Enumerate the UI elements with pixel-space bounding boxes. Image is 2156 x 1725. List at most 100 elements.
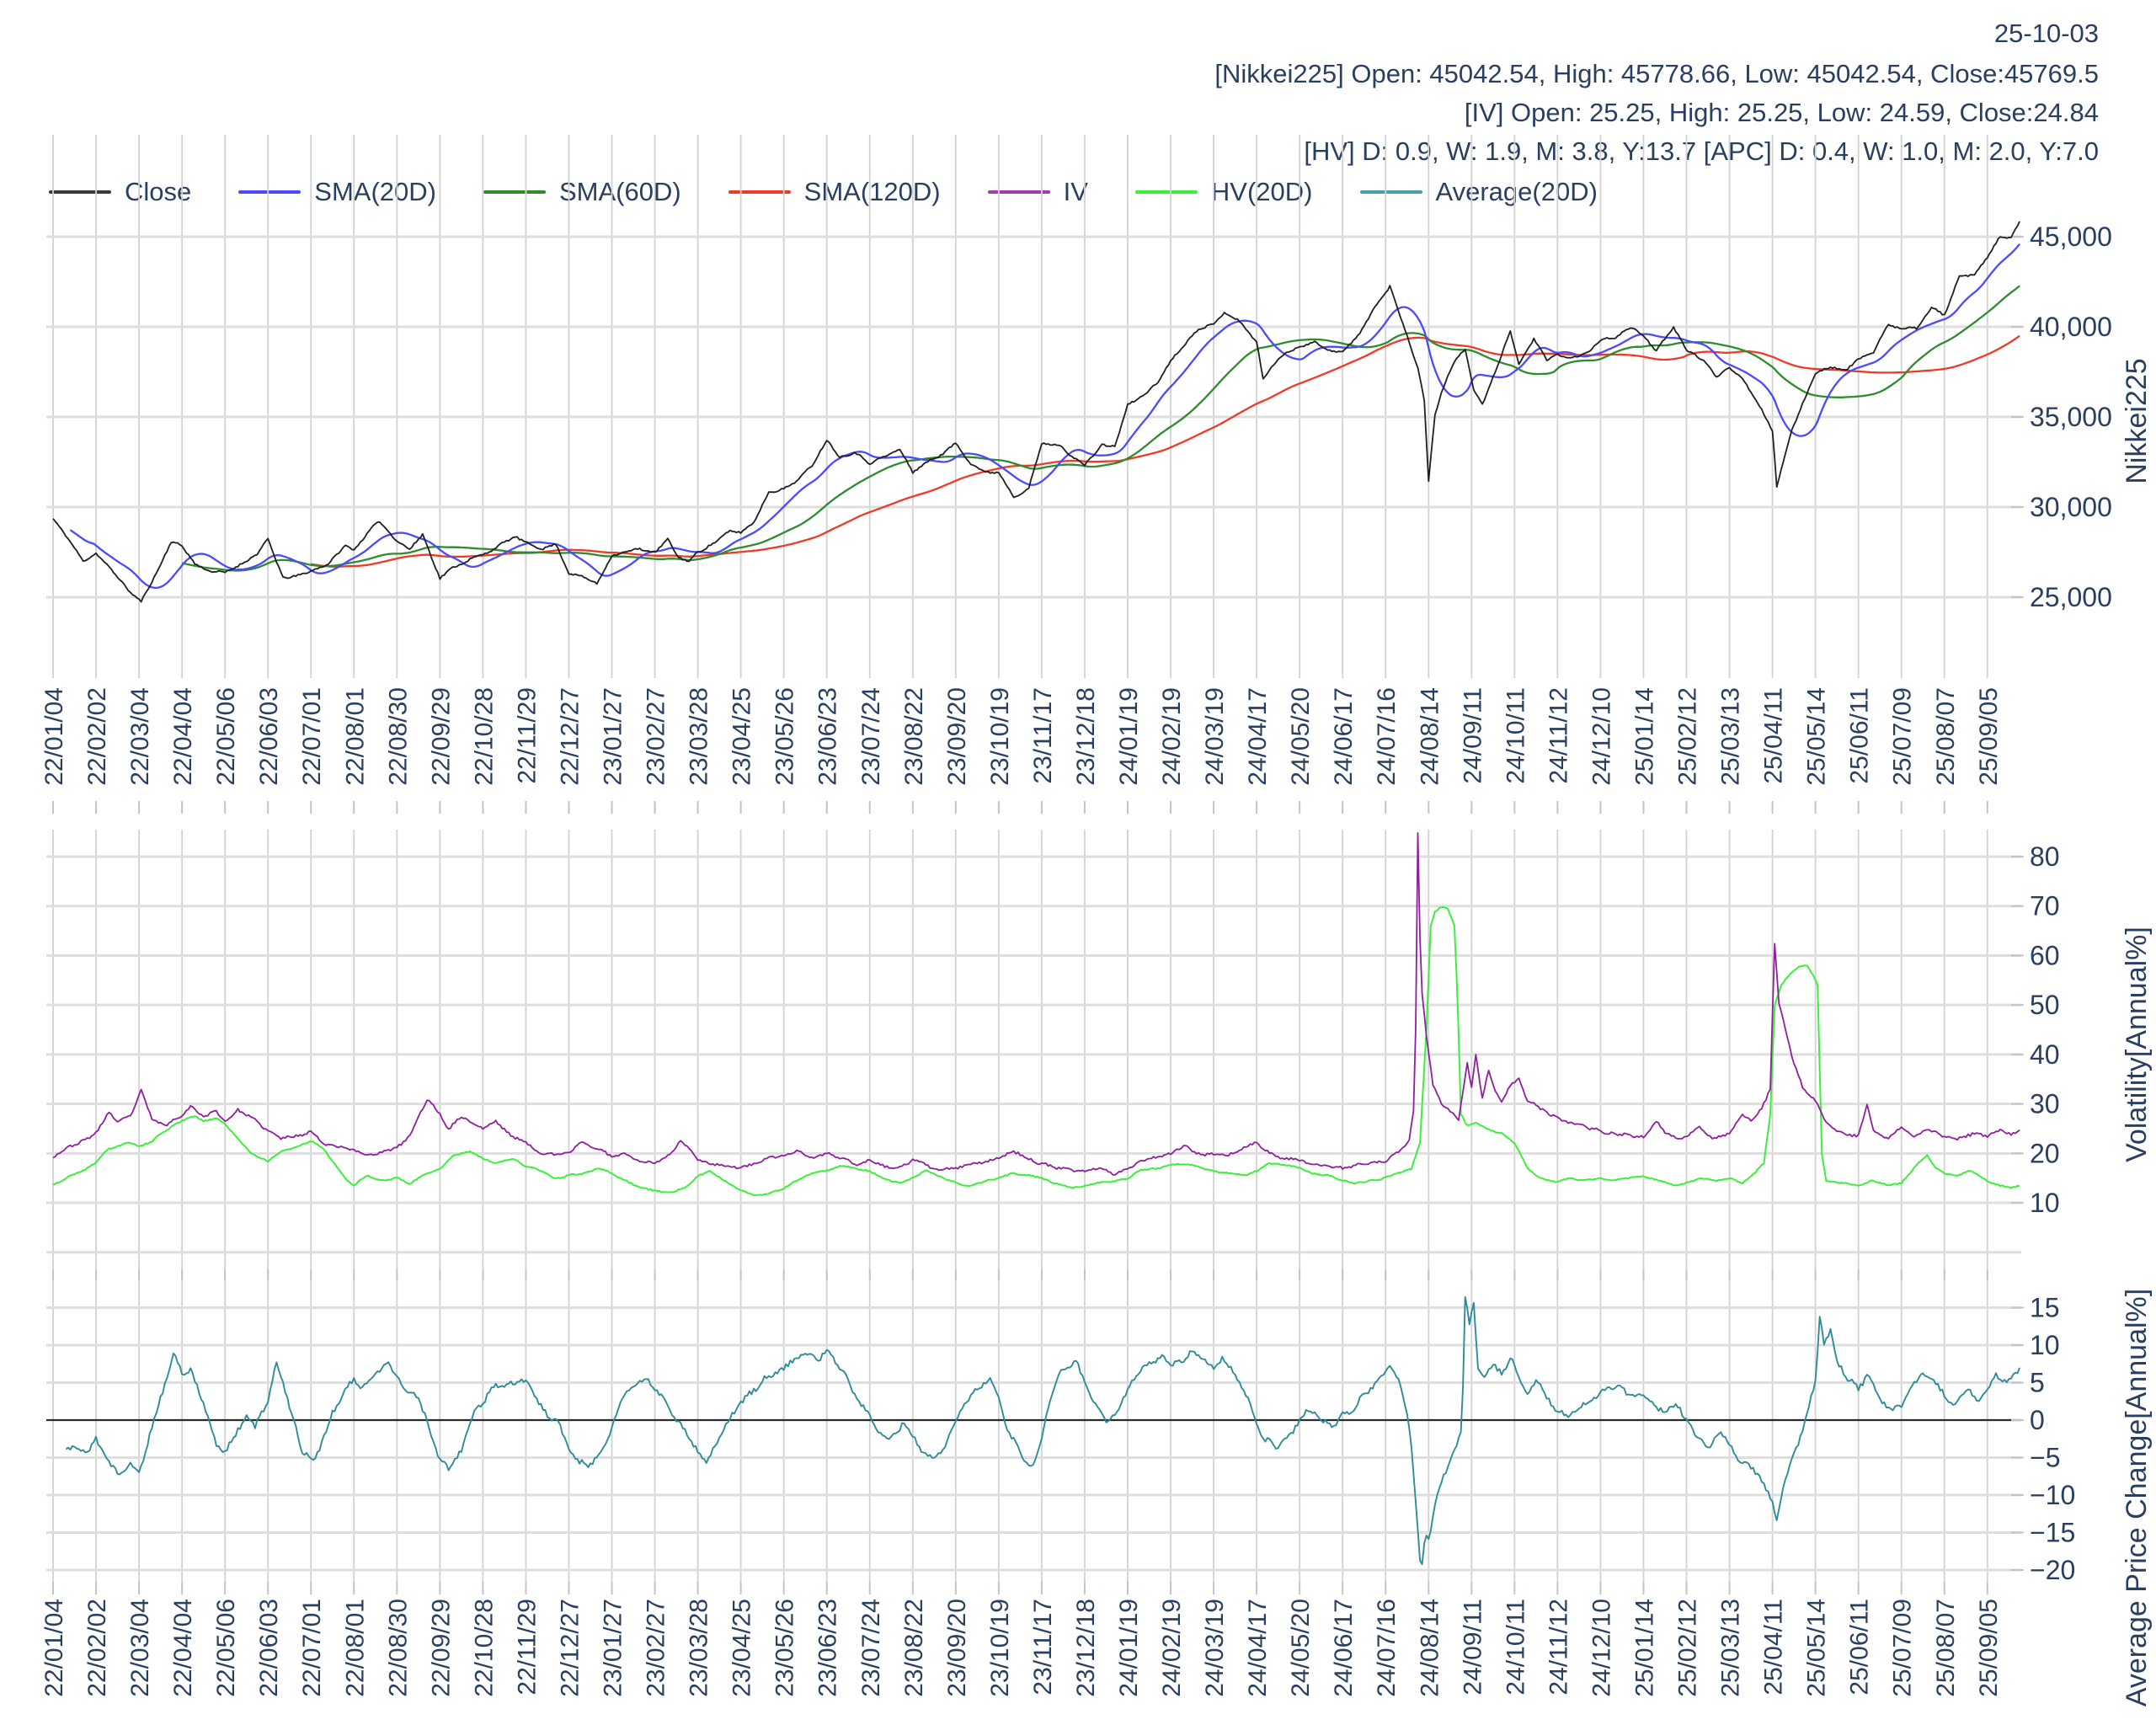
- svg-text:24/06/17: 24/06/17: [1330, 687, 1358, 786]
- svg-text:24/12/10: 24/12/10: [1588, 1599, 1615, 1697]
- svg-text:24/01/19: 24/01/19: [1115, 687, 1143, 786]
- svg-text:10: 10: [2030, 1188, 2060, 1218]
- svg-text:23/01/27: 23/01/27: [600, 687, 627, 786]
- svg-text:23/03/28: 23/03/28: [686, 1599, 713, 1697]
- svg-text:24/02/19: 24/02/19: [1158, 687, 1186, 786]
- svg-text:23/12/18: 23/12/18: [1072, 687, 1100, 786]
- svg-text:23/09/20: 23/09/20: [943, 687, 971, 786]
- svg-text:25/06/11: 25/06/11: [1846, 687, 1874, 784]
- svg-text:24/11/12: 24/11/12: [1545, 687, 1572, 784]
- svg-text:22/05/06: 22/05/06: [212, 1599, 240, 1697]
- svg-text:25/03/13: 25/03/13: [1717, 1599, 1745, 1697]
- svg-text:40,000: 40,000: [2030, 312, 2112, 342]
- svg-text:24/03/19: 24/03/19: [1201, 687, 1229, 786]
- svg-text:30,000: 30,000: [2030, 492, 2112, 522]
- svg-text:23/11/17: 23/11/17: [1029, 687, 1057, 784]
- svg-text:24/07/16: 24/07/16: [1373, 1599, 1401, 1697]
- svg-text:22/06/03: 22/06/03: [255, 687, 283, 786]
- svg-text:22/04/04: 22/04/04: [169, 687, 197, 786]
- svg-text:25/04/11: 25/04/11: [1760, 687, 1788, 784]
- svg-text:Nikkei225: Nikkei225: [2121, 358, 2153, 483]
- close-line: [52, 221, 2020, 603]
- svg-text:22/11/29: 22/11/29: [513, 687, 541, 784]
- svg-text:22/07/01: 22/07/01: [298, 687, 326, 786]
- svg-text:24/04/17: 24/04/17: [1244, 1599, 1272, 1697]
- svg-text:25/01/14: 25/01/14: [1630, 687, 1658, 786]
- svg-text:25/04/11: 25/04/11: [1760, 1599, 1788, 1696]
- svg-text:23/12/18: 23/12/18: [1072, 1599, 1100, 1697]
- svg-text:24/08/14: 24/08/14: [1416, 687, 1444, 786]
- svg-text:80: 80: [2030, 841, 2060, 872]
- stock-chart-page: 25-10-03 [Nikkei225] Open: 45042.54, Hig…: [0, 0, 2156, 1725]
- svg-text:22/10/28: 22/10/28: [470, 687, 498, 786]
- svg-text:23/08/22: 23/08/22: [900, 687, 928, 786]
- svg-text:20: 20: [2030, 1138, 2060, 1168]
- svg-text:22/08/30: 22/08/30: [384, 1599, 412, 1697]
- svg-text:24/05/20: 24/05/20: [1287, 687, 1315, 786]
- svg-text:23/05/26: 23/05/26: [771, 1599, 799, 1697]
- svg-text:30: 30: [2030, 1089, 2060, 1119]
- y-tick-labels: 45,00040,00035,00030,00025,0008070605040…: [2030, 222, 2112, 1585]
- svg-text:22/02/02: 22/02/02: [83, 687, 111, 786]
- svg-text:40: 40: [2030, 1039, 2060, 1070]
- svg-text:22/08/30: 22/08/30: [384, 687, 412, 786]
- svg-text:24/06/17: 24/06/17: [1330, 1599, 1358, 1697]
- svg-text:25/07/09: 25/07/09: [1889, 1599, 1917, 1697]
- svg-text:23/07/24: 23/07/24: [857, 687, 885, 786]
- svg-text:23/08/22: 23/08/22: [900, 1599, 928, 1697]
- svg-text:25/09/05: 25/09/05: [1975, 1599, 2003, 1697]
- svg-text:24/09/11: 24/09/11: [1459, 687, 1486, 784]
- svg-text:24/07/16: 24/07/16: [1373, 687, 1401, 786]
- svg-text:24/10/11: 24/10/11: [1502, 1599, 1529, 1696]
- svg-text:15: 15: [2030, 1293, 2060, 1323]
- svg-text:24/11/12: 24/11/12: [1545, 1599, 1572, 1696]
- svg-text:23/04/25: 23/04/25: [728, 687, 756, 786]
- svg-text:22/03/04: 22/03/04: [126, 687, 154, 786]
- svg-text:23/04/25: 23/04/25: [728, 1599, 756, 1697]
- bottom-x-tick-labels: 22/01/04 22/02/02 22/03/04 22/04/04 22/05/06…: [40, 1599, 2003, 1697]
- svg-text:0: 0: [2030, 1405, 2045, 1435]
- svg-text:22/05/06: 22/05/06: [212, 687, 240, 786]
- svg-text:24/10/11: 24/10/11: [1502, 687, 1529, 784]
- svg-text:25/09/05: 25/09/05: [1975, 687, 2003, 786]
- svg-text:25/03/13: 25/03/13: [1717, 687, 1745, 786]
- chart-canvas: 22/01/04 22/02/02 22/03/04 22/04/04 22/05/06…: [40, 135, 2153, 1706]
- svg-text:23/02/27: 23/02/27: [643, 1599, 670, 1697]
- svg-text:25/05/14: 25/05/14: [1803, 687, 1831, 786]
- svg-text:23/09/20: 23/09/20: [943, 1599, 971, 1697]
- axis-tick-marks: [52, 236, 2024, 1594]
- svg-text:23/05/26: 23/05/26: [771, 687, 799, 786]
- svg-text:Volatility[Annual%]: Volatility[Annual%]: [2121, 927, 2153, 1162]
- svg-text:22/08/01: 22/08/01: [341, 1599, 369, 1697]
- svg-text:70: 70: [2030, 891, 2060, 921]
- svg-text:25/07/09: 25/07/09: [1889, 687, 1917, 786]
- svg-text:−20: −20: [2030, 1555, 2075, 1585]
- hv-line-path: [52, 906, 2020, 1197]
- svg-text:−10: −10: [2030, 1480, 2075, 1510]
- svg-text:35,000: 35,000: [2030, 402, 2112, 432]
- apc-line: [65, 1296, 2020, 1566]
- svg-text:22/06/03: 22/06/03: [255, 1599, 283, 1697]
- svg-text:22/07/01: 22/07/01: [298, 1599, 326, 1697]
- svg-text:22/09/29: 22/09/29: [427, 1599, 455, 1697]
- svg-text:25/08/07: 25/08/07: [1932, 687, 1960, 786]
- svg-text:23/03/28: 23/03/28: [686, 687, 713, 786]
- svg-text:45,000: 45,000: [2030, 222, 2112, 252]
- svg-text:24/01/19: 24/01/19: [1115, 1599, 1143, 1697]
- svg-text:22/01/04: 22/01/04: [40, 1599, 68, 1697]
- svg-text:23/01/27: 23/01/27: [600, 1599, 627, 1697]
- svg-text:25/05/14: 25/05/14: [1803, 1599, 1831, 1697]
- svg-text:25/06/11: 25/06/11: [1846, 1599, 1874, 1696]
- svg-text:25/08/07: 25/08/07: [1932, 1599, 1960, 1697]
- svg-text:60: 60: [2030, 940, 2060, 970]
- svg-text:22/10/28: 22/10/28: [470, 1599, 498, 1697]
- svg-text:−5: −5: [2030, 1443, 2060, 1473]
- svg-text:24/02/19: 24/02/19: [1158, 1599, 1186, 1697]
- svg-text:24/03/19: 24/03/19: [1201, 1599, 1229, 1697]
- grid-lines: [46, 135, 2021, 1582]
- svg-text:23/11/17: 23/11/17: [1029, 1599, 1057, 1696]
- svg-text:50: 50: [2030, 990, 2060, 1020]
- svg-text:22/09/29: 22/09/29: [427, 687, 455, 786]
- sma60-line: [181, 285, 2020, 572]
- hv-line: [52, 906, 2020, 1197]
